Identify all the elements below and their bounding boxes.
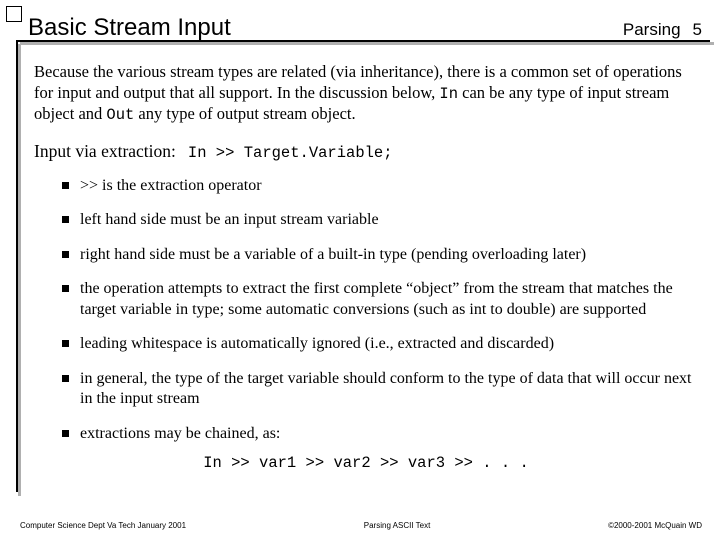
list-item: the operation attempts to extract the fi…: [62, 279, 698, 320]
footer-right: ©2000-2001 McQuain WD: [608, 521, 702, 530]
slide: Basic Stream Input Parsing 5 Because the…: [0, 0, 720, 540]
horizontal-divider: [16, 40, 710, 42]
footer-left: Computer Science Dept Va Tech January 20…: [20, 521, 186, 530]
code-line: In >> var1 >> var2 >> var3 >> . . .: [34, 454, 698, 473]
inline-code: Out: [106, 106, 134, 124]
subheading-label: Input via extraction:: [34, 141, 176, 163]
list-item: leading whitespace is automatically igno…: [62, 334, 698, 354]
list-item: in general, the type of the target varia…: [62, 369, 698, 410]
intro-text: any type of output stream object.: [134, 104, 355, 123]
divider-shadow: [20, 42, 714, 45]
list-item: left hand side must be an input stream v…: [62, 210, 698, 230]
list-item: right hand side must be a variable of a …: [62, 245, 698, 265]
list-item: >> is the extraction operator: [62, 176, 698, 196]
inline-code: In: [439, 85, 458, 103]
footer-center: Parsing ASCII Text: [364, 521, 431, 530]
page-number: 5: [693, 20, 702, 40]
bullet-list: >> is the extraction operator left hand …: [34, 176, 698, 444]
section-label: Parsing: [623, 20, 681, 40]
intro-paragraph: Because the various stream types are rel…: [34, 62, 698, 125]
subheading-code: In >> Target.Variable;: [188, 144, 393, 163]
content-area: Because the various stream types are rel…: [28, 48, 702, 473]
header-right: Parsing 5: [623, 20, 702, 40]
page-title: Basic Stream Input: [28, 14, 231, 42]
subheading-row: Input via extraction: In >> Target.Varia…: [34, 141, 698, 163]
divider-shadow: [18, 44, 21, 496]
vertical-divider: [16, 40, 18, 492]
corner-square-icon: [6, 6, 22, 22]
list-item: extractions may be chained, as:: [62, 424, 698, 444]
footer-row: Computer Science Dept Va Tech January 20…: [20, 521, 702, 530]
